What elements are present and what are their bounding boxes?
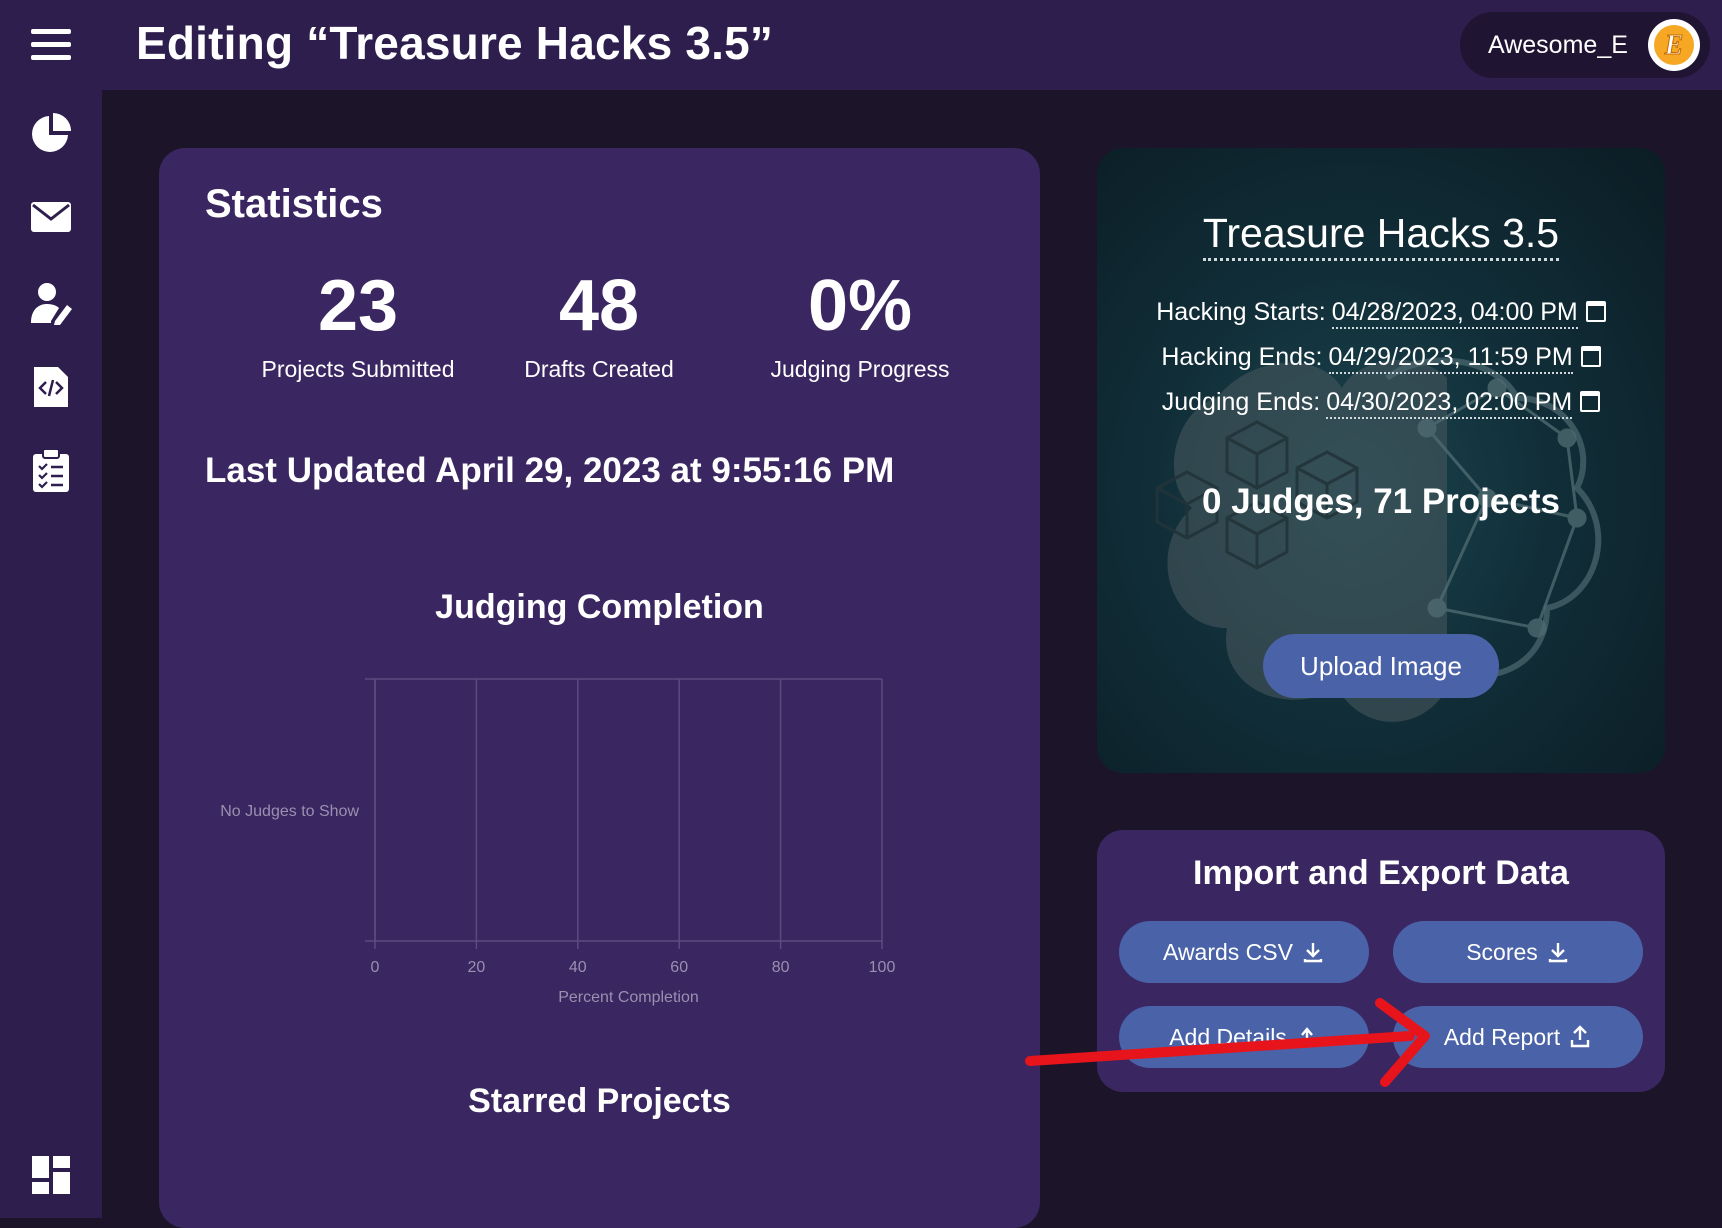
hacking-ends-input[interactable]: 04/29/2023, 11:59 PM	[1328, 343, 1573, 374]
username: Awesome_E	[1488, 30, 1628, 59]
x-tick-label: 20	[468, 959, 486, 976]
mail-icon[interactable]	[26, 192, 76, 242]
awards-csv-label: Awards CSV	[1163, 938, 1293, 965]
add-details-label: Add Details	[1169, 1023, 1287, 1050]
download-icon	[1548, 943, 1567, 963]
upload-icon	[1570, 1025, 1590, 1048]
clipboard-list-icon[interactable]	[26, 446, 76, 496]
event-name-text[interactable]: Treasure Hacks 3.5	[1202, 210, 1560, 261]
avatar-logo-icon: E	[1654, 25, 1694, 65]
calendar-icon[interactable]	[1585, 300, 1606, 322]
sidebar	[0, 0, 102, 1218]
starred-projects-title: Starred Projects	[468, 1082, 731, 1120]
chart-empty-message: No Judges to Show	[220, 803, 359, 820]
x-tick-label: 60	[670, 959, 688, 976]
judging-completion-chart: 0 20 40 60 80 100 No Judges to Show Percent Com…	[220, 678, 896, 1006]
menu-icon[interactable]	[26, 20, 76, 70]
x-axis-label: Percent Completion	[558, 989, 699, 1006]
scores-button[interactable]: Scores	[1393, 921, 1643, 983]
add-report-button[interactable]: Add Report	[1393, 1006, 1643, 1068]
upload-icon	[1300, 1027, 1313, 1043]
dashboard-icon[interactable]	[26, 1150, 76, 1200]
event-card: Treasure Hacks 3.5 Hacking Starts: 04/28/…	[1097, 148, 1665, 773]
hacking-ends-row: Hacking Ends: 04/29/2023, 11:59 PM	[1097, 343, 1665, 374]
user-edit-icon[interactable]	[26, 278, 76, 328]
download-icon	[1303, 943, 1323, 963]
calendar-icon[interactable]	[1580, 390, 1601, 412]
upload-image-button[interactable]: Upload Image	[1263, 634, 1499, 698]
hacking-ends-label: Hacking Ends:	[1161, 343, 1323, 371]
avatar-letter: E	[1664, 30, 1684, 61]
import-export-card: Import and Export Data Awards CSV Scores…	[1097, 830, 1665, 1092]
scores-label: Scores	[1466, 938, 1538, 965]
x-tick-label: 100	[869, 959, 896, 976]
statistics-card: Statistics 23 Projects Submitted 48 Draf…	[159, 148, 1040, 1228]
judging-ends-input[interactable]: 04/30/2023, 02:00 PM	[1326, 388, 1573, 419]
pie-chart-icon[interactable]	[26, 108, 76, 158]
awards-csv-button[interactable]: Awards CSV	[1119, 921, 1369, 983]
page-title: Editing “Treasure Hacks 3.5”	[136, 17, 774, 69]
top-bar: Editing “Treasure Hacks 3.5” Awesome_E E	[102, 0, 1722, 90]
judging-ends-row: Judging Ends: 04/30/2023, 02:00 PM	[1097, 388, 1665, 419]
code-file-icon[interactable]	[26, 362, 76, 412]
user-menu[interactable]: Awesome_E E	[1460, 12, 1710, 78]
calendar-icon[interactable]	[1580, 345, 1601, 367]
hacking-starts-input[interactable]: 04/28/2023, 04:00 PM	[1331, 298, 1578, 329]
event-name[interactable]: Treasure Hacks 3.5	[1097, 210, 1665, 261]
hacking-starts-label: Hacking Starts:	[1156, 298, 1326, 326]
x-tick-label: 40	[569, 959, 587, 976]
import-export-title: Import and Export Data	[1193, 854, 1569, 892]
x-tick-label: 0	[371, 959, 380, 976]
hacking-starts-row: Hacking Starts: 04/28/2023, 04:00 PM	[1097, 298, 1665, 329]
avatar[interactable]: E	[1648, 19, 1700, 71]
add-details-button[interactable]: Add Details	[1119, 1006, 1369, 1068]
judges-projects-summary: 0 Judges, 71 Projects	[1202, 482, 1560, 521]
judging-ends-label: Judging Ends:	[1161, 388, 1321, 416]
add-report-label: Add Report	[1443, 1023, 1561, 1050]
x-tick-label: 80	[772, 959, 790, 976]
